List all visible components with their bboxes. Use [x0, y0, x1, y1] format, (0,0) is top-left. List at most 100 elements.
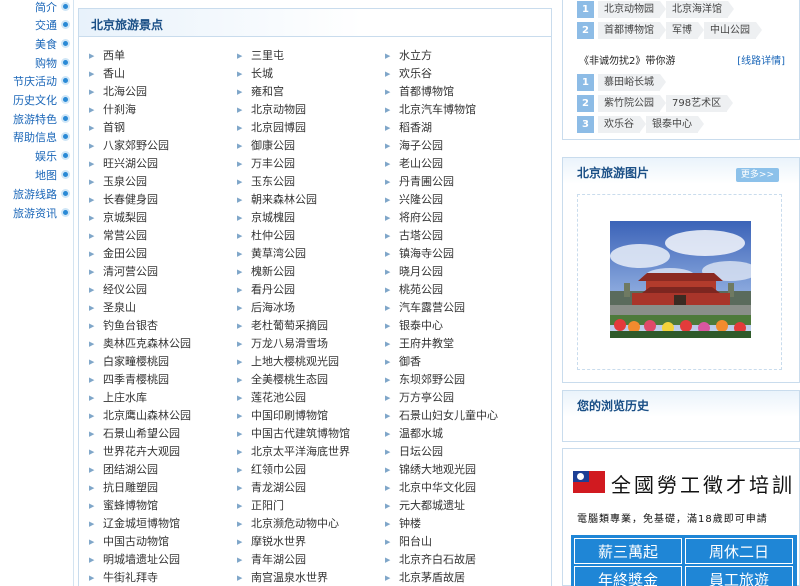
attraction-item[interactable]: ▶ 圣泉山 — [89, 299, 239, 317]
attraction-link[interactable]: 常营公园 — [103, 227, 147, 245]
route-tag[interactable]: 798艺术区 — [666, 94, 734, 112]
attraction-link[interactable]: 北京园博园 — [251, 119, 306, 137]
attraction-link[interactable]: 辽金城垣博物馆 — [103, 515, 180, 533]
nav-item-shopping[interactable]: 购物 — [35, 53, 70, 72]
nav-item-news[interactable]: 旅游资讯 — [13, 203, 70, 222]
attraction-item[interactable]: ▶ 将府公园 — [385, 209, 535, 227]
attraction-link[interactable]: 八家郊野公园 — [103, 137, 169, 155]
attraction-link[interactable]: 团结湖公园 — [103, 461, 158, 479]
attraction-link[interactable]: 御香 — [399, 353, 421, 371]
route-tag[interactable]: 军博 — [666, 21, 704, 39]
attraction-link[interactable]: 世界花卉大观园 — [103, 443, 180, 461]
nav-item-features[interactable]: 旅游特色 — [13, 109, 70, 128]
attraction-link[interactable]: 北京太平洋海底世界 — [251, 443, 350, 461]
attraction-link[interactable]: 北京濒危动物中心 — [251, 515, 339, 533]
attraction-item[interactable]: ▶ 后海冰场 — [237, 299, 387, 317]
attraction-link[interactable]: 北京鹰山森林公园 — [103, 407, 191, 425]
attraction-item[interactable]: ▶ 世界花卉大观园 — [89, 443, 239, 461]
attraction-link[interactable]: 旺兴湖公园 — [103, 155, 158, 173]
attraction-item[interactable]: ▶ 三里屯 — [237, 47, 387, 65]
route-tag[interactable]: 中山公园 — [704, 21, 762, 39]
nav-item-food[interactable]: 美食 — [35, 34, 70, 53]
attraction-link[interactable]: 正阳门 — [251, 497, 284, 515]
attraction-link[interactable]: 朝来森林公园 — [251, 191, 317, 209]
attraction-link[interactable]: 玉东公园 — [251, 173, 295, 191]
attraction-item[interactable]: ▶ 中国古代建筑博物馆 — [237, 425, 387, 443]
attraction-item[interactable]: ▶ 上庄水库 — [89, 389, 239, 407]
attraction-item[interactable]: ▶ 兴隆公园 — [385, 191, 535, 209]
attraction-link[interactable]: 石景山希望公园 — [103, 425, 180, 443]
attraction-link[interactable]: 钓鱼台银杏 — [103, 317, 158, 335]
attraction-item[interactable]: ▶ 经仪公园 — [89, 281, 239, 299]
attraction-link[interactable]: 中国古代建筑博物馆 — [251, 425, 350, 443]
attraction-item[interactable]: ▶ 抗日雕塑园 — [89, 479, 239, 497]
attraction-item[interactable]: ▶ 看丹公园 — [237, 281, 387, 299]
attraction-item[interactable]: ▶ 镇海寺公园 — [385, 245, 535, 263]
attraction-link[interactable]: 东坝郊野公园 — [399, 371, 465, 389]
attraction-item[interactable]: ▶ 元大都城遗址 — [385, 497, 535, 515]
attraction-link[interactable]: 北京汽车博物馆 — [399, 101, 476, 119]
attraction-link[interactable]: 清河营公园 — [103, 263, 158, 281]
nav-item-help[interactable]: 帮助信息 — [13, 127, 70, 146]
attraction-link[interactable]: 日坛公园 — [399, 443, 443, 461]
nav-item-festivals[interactable]: 节庆活动 — [13, 71, 70, 90]
attraction-link[interactable]: 玉泉公园 — [103, 173, 147, 191]
attraction-link[interactable]: 万方亭公园 — [399, 389, 454, 407]
attraction-link[interactable]: 欢乐谷 — [399, 65, 432, 83]
attraction-link[interactable]: 后海冰场 — [251, 299, 295, 317]
attraction-link[interactable]: 汽车露营公园 — [399, 299, 465, 317]
attraction-link[interactable]: 北海公园 — [103, 83, 147, 101]
attraction-link[interactable]: 西单 — [103, 47, 125, 65]
attraction-item[interactable]: ▶ 朝来森林公园 — [237, 191, 387, 209]
attraction-link[interactable]: 奥林匹克森林公园 — [103, 335, 191, 353]
attraction-item[interactable]: ▶ 古塔公园 — [385, 227, 535, 245]
nav-item-entertainment[interactable]: 娱乐 — [35, 146, 70, 165]
attraction-link[interactable]: 蜜蜂博物馆 — [103, 497, 158, 515]
attraction-item[interactable]: ▶ 南宫温泉水世界 — [237, 569, 387, 586]
route-tag[interactable]: 北京海洋馆 — [666, 0, 734, 18]
nav-item-routes[interactable]: 旅游线路 — [13, 184, 70, 203]
attraction-item[interactable]: ▶ 白家疃樱桃园 — [89, 353, 239, 371]
attraction-item[interactable]: ▶ 玉东公园 — [237, 173, 387, 191]
attraction-item[interactable]: ▶ 锦绣大地观光园 — [385, 461, 535, 479]
attraction-link[interactable]: 经仪公园 — [103, 281, 147, 299]
attraction-item[interactable]: ▶ 京城槐园 — [237, 209, 387, 227]
attraction-item[interactable]: ▶ 蜜蜂博物馆 — [89, 497, 239, 515]
attraction-item[interactable]: ▶ 四季青樱桃园 — [89, 371, 239, 389]
attraction-item[interactable]: ▶ 东坝郊野公园 — [385, 371, 535, 389]
attraction-item[interactable]: ▶ 辽金城垣博物馆 — [89, 515, 239, 533]
attraction-item[interactable]: ▶ 汽车露营公园 — [385, 299, 535, 317]
attraction-link[interactable]: 北京中华文化园 — [399, 479, 476, 497]
attraction-link[interactable]: 中国印刷博物馆 — [251, 407, 328, 425]
attraction-item[interactable]: ▶ 黄草湾公园 — [237, 245, 387, 263]
attraction-item[interactable]: ▶ 清河营公园 — [89, 263, 239, 281]
attraction-item[interactable]: ▶ 槐新公园 — [237, 263, 387, 281]
attraction-item[interactable]: ▶ 八家郊野公园 — [89, 137, 239, 155]
attraction-item[interactable]: ▶ 北京鹰山森林公园 — [89, 407, 239, 425]
route-detail-link[interactable]: [线路详情] — [737, 52, 785, 67]
attraction-link[interactable]: 兴隆公园 — [399, 191, 443, 209]
attraction-link[interactable]: 海子公园 — [399, 137, 443, 155]
attraction-item[interactable]: ▶ 御香 — [385, 353, 535, 371]
route-tag[interactable]: 紫竹院公园 — [598, 94, 666, 112]
featured-route-title[interactable]: 《非诚勿扰2》带你游 — [579, 52, 675, 67]
attraction-item[interactable]: ▶ 玉泉公园 — [89, 173, 239, 191]
attraction-link[interactable]: 杜仲公园 — [251, 227, 295, 245]
attraction-item[interactable]: ▶ 石景山希望公园 — [89, 425, 239, 443]
attraction-item[interactable]: ▶ 万丰公园 — [237, 155, 387, 173]
attraction-link[interactable]: 三里屯 — [251, 47, 284, 65]
attraction-item[interactable]: ▶ 上地大樱桃观光园 — [237, 353, 387, 371]
attraction-link[interactable]: 水立方 — [399, 47, 432, 65]
attraction-item[interactable]: ▶ 青年湖公园 — [237, 551, 387, 569]
attraction-item[interactable]: ▶ 北京太平洋海底世界 — [237, 443, 387, 461]
attraction-link[interactable]: 丹青圃公园 — [399, 173, 454, 191]
attraction-link[interactable]: 香山 — [103, 65, 125, 83]
attraction-item[interactable]: ▶ 奥林匹克森林公园 — [89, 335, 239, 353]
attraction-link[interactable]: 御康公园 — [251, 137, 295, 155]
attraction-link[interactable]: 将府公园 — [399, 209, 443, 227]
attraction-link[interactable]: 全美樱桃生态园 — [251, 371, 328, 389]
attraction-item[interactable]: ▶ 全美樱桃生态园 — [237, 371, 387, 389]
attraction-link[interactable]: 雍和宫 — [251, 83, 284, 101]
attraction-link[interactable]: 中国古动物馆 — [103, 533, 169, 551]
attraction-item[interactable]: ▶ 长城 — [237, 65, 387, 83]
